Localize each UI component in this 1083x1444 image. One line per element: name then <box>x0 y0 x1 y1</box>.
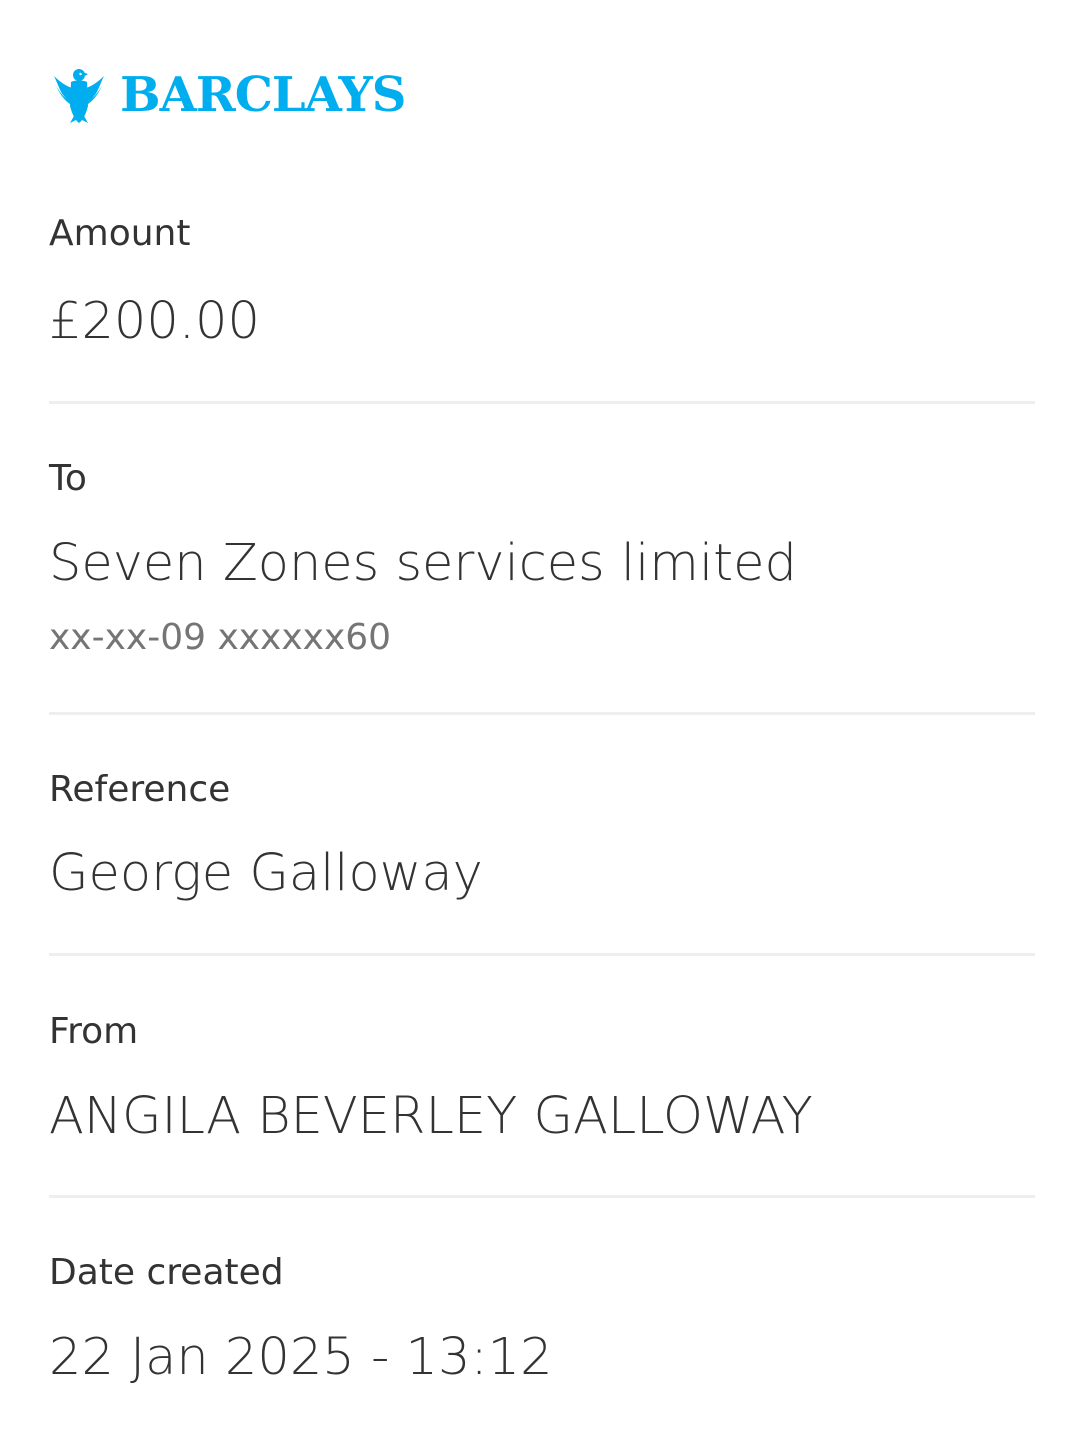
divider <box>49 953 1035 956</box>
date-created-label: Date created <box>49 1252 284 1293</box>
payee-name: Seven Zones services limited <box>49 534 797 593</box>
date-section: Date created <box>49 1255 1035 1291</box>
from-section: From <box>49 1014 1035 1050</box>
amount-section: Amount <box>49 216 1035 252</box>
from-value-row: ANGILA BEVERLEY GALLOWAY <box>49 1091 1035 1142</box>
amount-label: Amount <box>49 213 191 254</box>
amount-value-row: £200.00 <box>49 296 1035 347</box>
reference-label: Reference <box>49 769 231 810</box>
date-created-value: 22 Jan 2025 - 13:12 <box>49 1328 553 1387</box>
to-section: To <box>49 461 1035 497</box>
reference-value-row: George Galloway <box>49 848 1035 899</box>
reference-section: Reference <box>49 772 1035 808</box>
date-value-row: 22 Jan 2025 - 13:12 <box>49 1332 1035 1383</box>
brand-name: BARCLAYS <box>120 67 406 123</box>
eagle-icon <box>54 69 104 123</box>
from-value: ANGILA BEVERLEY GALLOWAY <box>49 1087 813 1146</box>
to-value-row: Seven Zones services limited <box>49 538 1035 589</box>
payee-account: xx-xx-09 xxxxxx60 <box>49 617 392 658</box>
divider <box>49 1195 1035 1198</box>
amount-value: £200.00 <box>49 292 260 351</box>
barclays-logo: BARCLAYS <box>52 64 406 126</box>
to-label: To <box>49 458 87 499</box>
to-account-row: xx-xx-09 xxxxxx60 <box>49 620 1035 656</box>
divider <box>49 401 1035 404</box>
divider <box>49 712 1035 715</box>
reference-value: George Galloway <box>49 844 483 903</box>
from-label: From <box>49 1011 139 1052</box>
